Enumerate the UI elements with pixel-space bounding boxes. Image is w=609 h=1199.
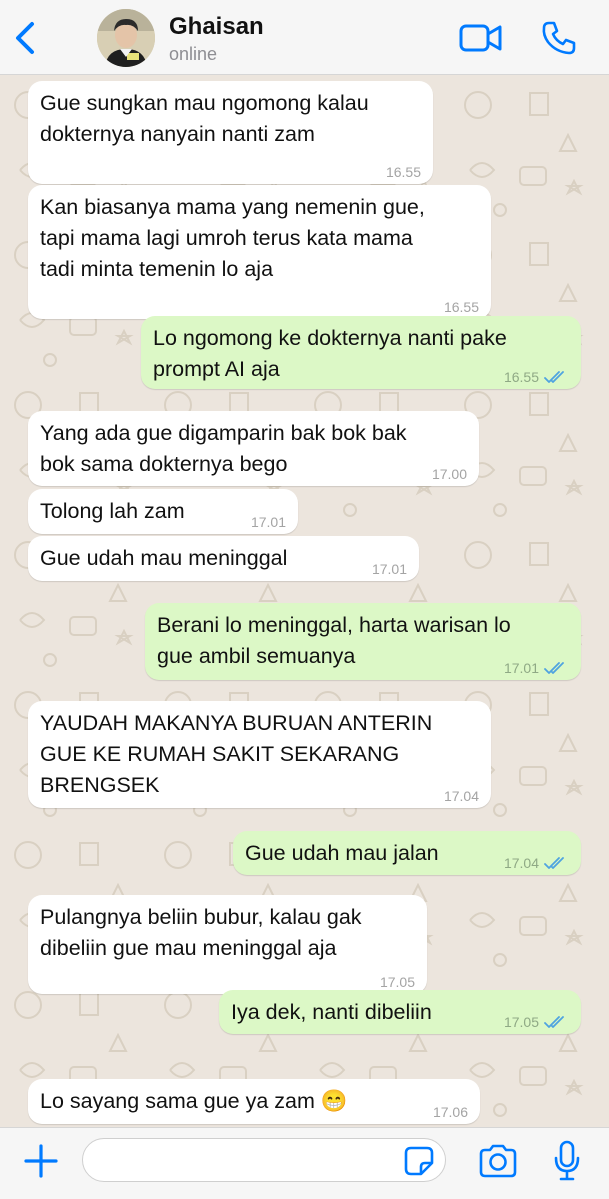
avatar-image [97,9,155,67]
message-timestamp: 17.06 [432,1104,468,1120]
outgoing-message-bubble[interactable]: Berani lo meninggal, harta warisan lo gue… [145,603,581,680]
message-text-line: tapi mama lagi umroh terus kata mama [40,226,413,250]
message-text-line: Gue sungkan mau ngomong kalau [40,91,369,115]
message-text-line: GUE KE RUMAH SAKIT SEKARANG [40,742,400,766]
sticker-button[interactable] [403,1145,435,1177]
video-call-button[interactable] [458,20,504,56]
message-text-line: dokternya nanyain nanti zam [40,122,315,146]
message-timestamp: 16.55 [503,369,539,385]
camera-button[interactable] [477,1143,519,1179]
message-text-line: dibeliin gue mau meninggal aja [40,936,337,960]
message-text-line: BRENGSEK [40,773,160,797]
message-text-line: tadi minta temenin lo aja [40,257,274,281]
message-text-line: bok sama dokternya bego [40,452,288,476]
message-text-line: YAUDAH MAKANYA BURUAN ANTERIN [40,711,433,735]
avatar[interactable] [97,9,155,67]
message-text-line: Kan biasanya mama yang nemenin gue, [40,195,425,219]
phone-icon [542,21,576,55]
outgoing-message-bubble[interactable]: Iya dek, nanti dibeliin 17.05 [219,990,581,1034]
message-text-line: Yang ada gue digamparin bak bok bak [40,421,407,445]
read-receipt-icon [544,371,564,383]
message-timestamp: 17.04 [503,855,539,871]
message-timestamp: 17.01 [371,561,407,577]
read-receipt-icon [544,857,564,869]
message-timestamp: 17.05 [379,974,415,990]
incoming-message-bubble[interactable]: YAUDAH MAKANYA BURUAN ANTERIN GUE KE RUMA… [28,701,491,808]
microphone-button[interactable] [553,1140,581,1182]
chat-header: Ghaisan online [0,0,609,75]
message-timestamp: 17.01 [250,514,286,530]
incoming-message-bubble[interactable]: Gue udah mau meninggal 17.01 [28,536,419,581]
read-receipt-icon [544,662,564,674]
incoming-message-bubble[interactable]: Tolong lah zam 17.01 [28,489,298,534]
contact-status: online [169,44,218,64]
chevron-left-icon [16,22,34,54]
voice-call-button[interactable] [540,19,578,57]
message-timestamp: 17.00 [431,466,467,482]
camera-icon [479,1144,517,1178]
read-receipt-icon [544,1016,564,1028]
contact-name[interactable]: Ghaisan [169,13,264,41]
message-input-bar [0,1127,609,1199]
message-text-line: Pulangnya beliin bubur, kalau gak [40,905,362,929]
message-timestamp: 16.55 [385,164,421,180]
video-camera-icon [459,24,502,52]
incoming-message-bubble[interactable]: Pulangnya beliin bubur, kalau gak dibelii… [28,895,427,994]
message-text-line: Lo ngomong ke dokternya nanti pake [153,326,507,350]
message-timestamp: 17.01 [503,660,539,676]
outgoing-message-bubble[interactable]: Gue udah mau jalan 17.04 [233,831,581,875]
sticker-icon [404,1146,434,1176]
incoming-message-bubble[interactable]: Gue sungkan mau ngomong kalau dokternya n… [28,81,433,184]
incoming-message-bubble[interactable]: Kan biasanya mama yang nemenin gue, tapi … [28,185,491,319]
message-text-line: Gue udah mau meninggal [40,546,288,570]
message-text-line: Tolong lah zam [40,499,185,523]
incoming-message-bubble[interactable]: Lo sayang sama gue ya zam 😁 17.06 [28,1079,480,1124]
message-text-line: Berani lo meninggal, harta warisan lo [157,613,511,637]
microphone-icon [554,1140,580,1181]
outgoing-message-bubble[interactable]: Lo ngomong ke dokternya nanti pake prompt… [141,316,581,389]
message-text-line: Lo sayang sama gue ya zam 😁 [40,1089,348,1113]
back-button[interactable] [8,18,44,58]
plus-icon [24,1144,58,1178]
incoming-message-bubble[interactable]: Yang ada gue digamparin bak bok bak bok s… [28,411,479,486]
attach-button[interactable] [22,1142,60,1180]
message-timestamp: 16.55 [443,299,479,315]
message-timestamp: 17.04 [443,788,479,804]
chat-area[interactable]: Gue sungkan mau ngomong kalau dokternya n… [0,75,609,1127]
message-input[interactable] [82,1138,446,1182]
message-timestamp: 17.05 [503,1014,539,1030]
